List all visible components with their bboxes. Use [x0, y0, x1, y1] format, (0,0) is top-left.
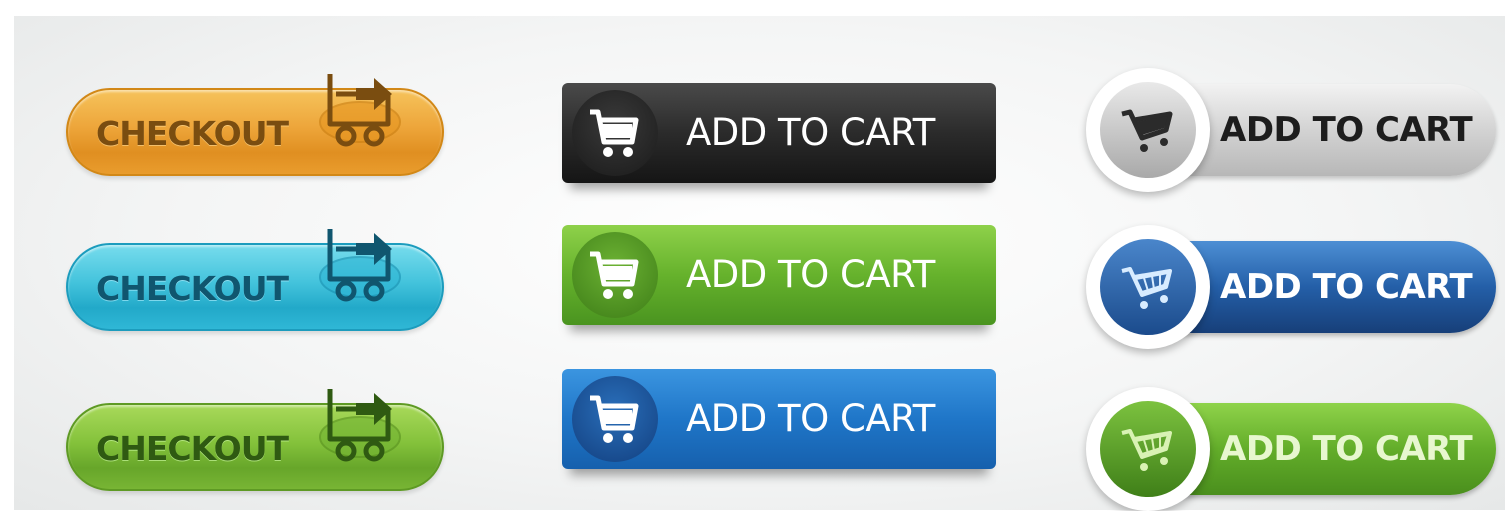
cart-badge — [1086, 68, 1210, 192]
checkout-cart-icon — [316, 64, 406, 154]
add-to-cart-label: ADD TO CART — [1220, 110, 1473, 150]
shopping-cart-icon — [1100, 82, 1196, 178]
add-to-cart-label: ADD TO CART — [686, 397, 935, 440]
checkout-label: CHECKOUT — [96, 429, 289, 468]
add-to-cart-label: ADD TO CART — [686, 253, 935, 296]
checkout-label: CHECKOUT — [96, 269, 289, 308]
add-to-cart-button-green-round[interactable]: ADD TO CART — [1086, 387, 1496, 511]
button-showcase: CHECKOUT CHECKOUT CHECKOUT ADD TO CART A… — [14, 16, 1505, 511]
add-to-cart-button-blue-round[interactable]: ADD TO CART — [1086, 225, 1496, 349]
checkout-cart-icon — [316, 219, 406, 309]
shopping-cart-icon — [1100, 401, 1196, 497]
checkout-cart-icon — [316, 379, 406, 469]
add-to-cart-label: ADD TO CART — [1220, 267, 1473, 307]
add-to-cart-button-green[interactable]: ADD TO CART — [562, 225, 996, 325]
checkout-label: CHECKOUT — [96, 114, 289, 153]
cart-badge — [1086, 225, 1210, 349]
checkout-button-cyan[interactable]: CHECKOUT — [66, 229, 444, 331]
add-to-cart-label: ADD TO CART — [686, 111, 935, 154]
cart-badge — [1086, 387, 1210, 511]
add-to-cart-label: ADD TO CART — [1220, 429, 1473, 469]
shopping-cart-icon — [572, 90, 658, 176]
add-to-cart-button-silver[interactable]: ADD TO CART — [1086, 68, 1496, 192]
checkout-button-green[interactable]: CHECKOUT — [66, 389, 444, 491]
shopping-cart-icon — [572, 232, 658, 318]
shopping-cart-icon — [1100, 239, 1196, 335]
add-to-cart-button-blue[interactable]: ADD TO CART — [562, 369, 996, 469]
add-to-cart-button-black[interactable]: ADD TO CART — [562, 83, 996, 183]
checkout-button-orange[interactable]: CHECKOUT — [66, 74, 444, 176]
shopping-cart-icon — [572, 376, 658, 462]
